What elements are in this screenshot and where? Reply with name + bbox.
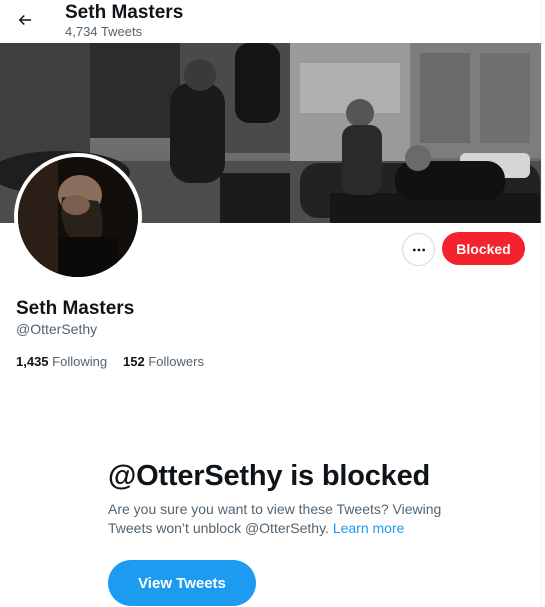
view-tweets-button[interactable]: View Tweets: [108, 560, 256, 606]
following-label: Following: [52, 354, 108, 369]
back-button[interactable]: [8, 3, 42, 37]
learn-more-link[interactable]: Learn more: [333, 520, 405, 536]
following-count: 1,435: [16, 354, 49, 369]
header-title: Seth Masters: [65, 2, 184, 23]
profile-header: Seth Masters 4,734 Tweets: [0, 0, 541, 43]
following-link[interactable]: 1,435 Following: [16, 354, 107, 369]
blocked-title: @OtterSethy is blocked: [108, 460, 431, 492]
avatar[interactable]: [14, 153, 142, 281]
more-button[interactable]: [402, 233, 435, 266]
blocked-description: Are you sure you want to view these Twee…: [108, 500, 448, 538]
profile-column: Seth Masters 4,734 Tweets Blocked Seth M…: [0, 0, 542, 607]
followers-link[interactable]: 152 Followers: [123, 354, 204, 369]
profile-handle: @OtterSethy: [16, 321, 98, 337]
arrow-left-icon: [18, 14, 31, 26]
header-tweet-count: 4,734 Tweets: [65, 24, 143, 39]
more-horizontal-icon: [412, 248, 425, 251]
blocked-button[interactable]: Blocked: [442, 232, 525, 265]
avatar-image: [18, 157, 138, 277]
profile-name: Seth Masters: [16, 298, 135, 319]
followers-count: 152: [123, 354, 145, 369]
followers-label: Followers: [148, 354, 204, 369]
